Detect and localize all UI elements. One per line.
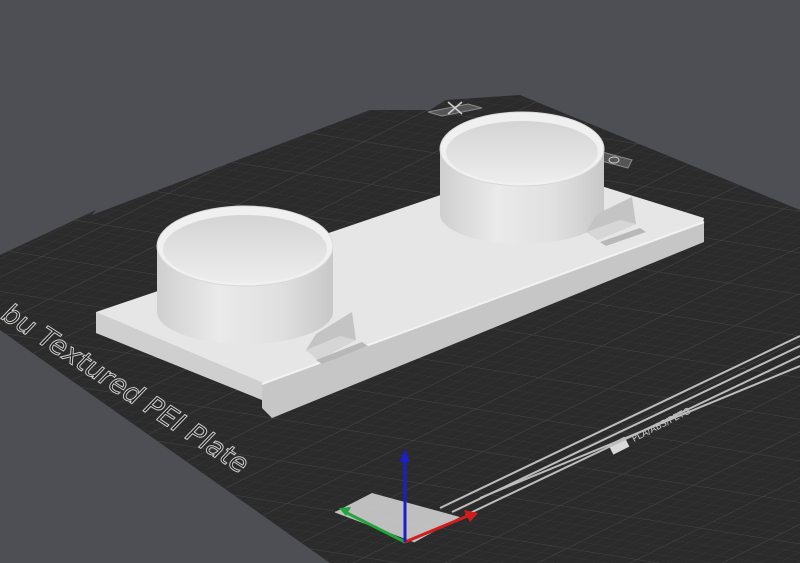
cup-left [156,205,334,344]
scene-canvas[interactable]: bu Textured PEI Plate PLA/ABS/PETG [0,0,800,563]
cup-right [439,111,605,244]
3d-viewport[interactable]: bu Textured PEI Plate PLA/ABS/PETG [0,0,800,563]
